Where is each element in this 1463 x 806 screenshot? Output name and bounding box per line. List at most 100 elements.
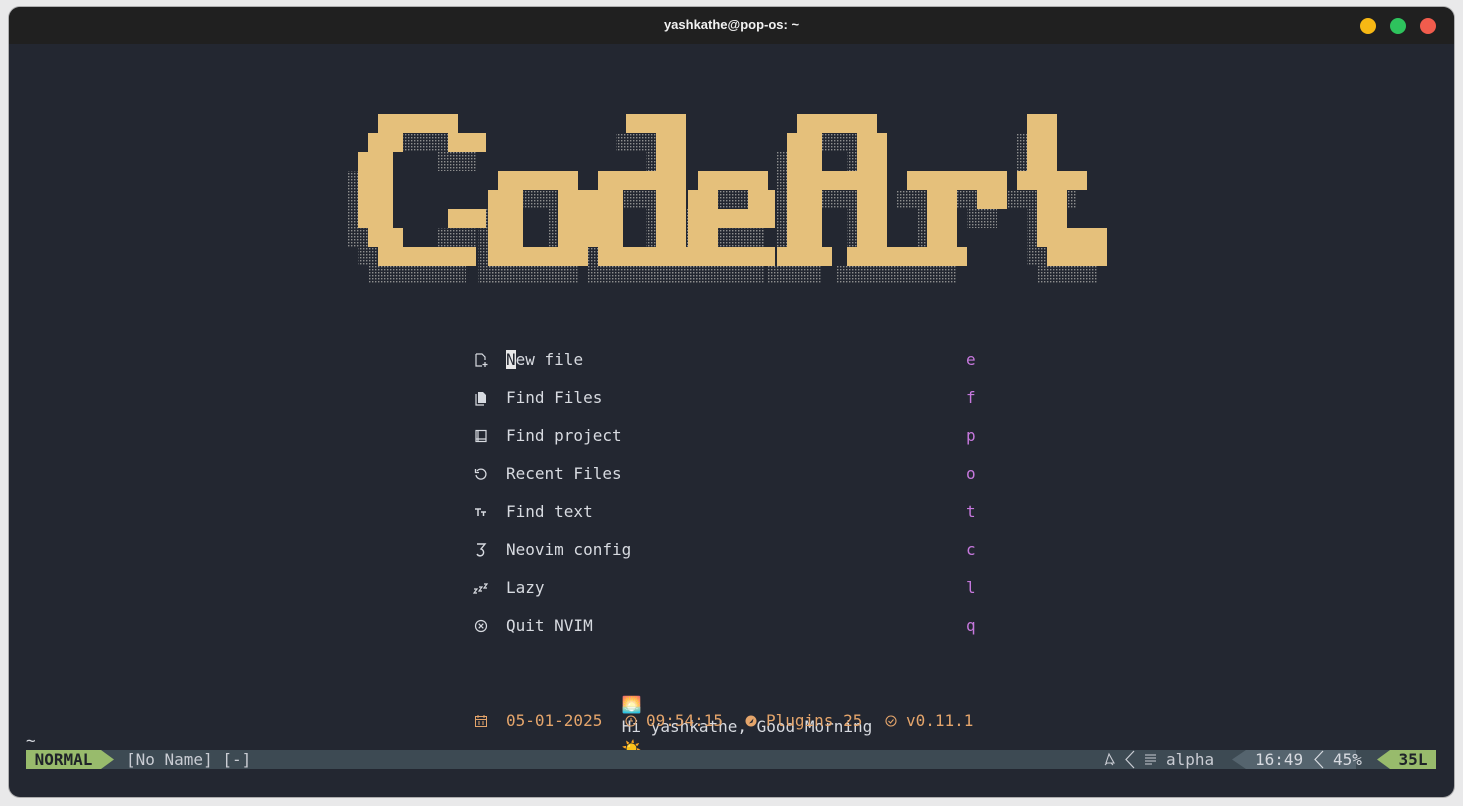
logo-letter-C-block bbox=[358, 152, 393, 228]
menu-key: t bbox=[966, 502, 976, 521]
linux-icon bbox=[1104, 752, 1115, 766]
logo-letter-t-block bbox=[1047, 247, 1107, 266]
logo-letter-t-block bbox=[1027, 114, 1057, 171]
line-count: 35L bbox=[1390, 750, 1436, 769]
menu-key: p bbox=[966, 426, 976, 445]
separator-arrow-right bbox=[101, 750, 114, 769]
menu-label: Lazy bbox=[506, 578, 545, 597]
close-button[interactable] bbox=[1420, 18, 1436, 34]
logo-shadow-block bbox=[897, 266, 957, 284]
neovim-icon bbox=[476, 543, 487, 557]
logo-letter-C-block bbox=[378, 247, 476, 266]
filetype-icon bbox=[1145, 754, 1156, 765]
terminal-window: yashkathe@pop-os: ~ New file e Find File… bbox=[9, 7, 1454, 797]
codeart-logo bbox=[348, 114, 1107, 284]
menu-key: e bbox=[966, 350, 976, 369]
logo-letter-A-block bbox=[777, 247, 832, 266]
clock-icon bbox=[625, 715, 637, 727]
logo-letter-C-block bbox=[368, 228, 403, 247]
plugin-icon bbox=[745, 715, 757, 727]
menu-item-recent-files[interactable]: Recent Files o bbox=[473, 463, 983, 485]
cursor: N bbox=[506, 350, 516, 369]
separator-arrow-left bbox=[1377, 750, 1390, 769]
menu-key: q bbox=[966, 616, 976, 635]
time: 09:54:15 bbox=[646, 711, 724, 730]
title-bar[interactable]: yashkathe@pop-os: ~ bbox=[9, 7, 1454, 44]
history-icon bbox=[474, 468, 487, 480]
logo-letter-d-block bbox=[656, 133, 686, 266]
menu-item-find-files[interactable]: Find Files f bbox=[473, 387, 983, 409]
logo-letter-C-block bbox=[448, 133, 486, 152]
menu-label: Recent Files bbox=[506, 464, 622, 483]
menu-key: c bbox=[966, 540, 976, 559]
logo-letter-r-block bbox=[927, 190, 957, 247]
window-title: yashkathe@pop-os: ~ bbox=[663, 17, 800, 32]
logo-letter-e-block bbox=[688, 209, 775, 228]
logo-letter-A-block bbox=[797, 114, 877, 133]
logo-letter-r-block bbox=[977, 190, 1007, 209]
logo-shadow-block bbox=[967, 209, 997, 228]
menu-key: l bbox=[966, 578, 976, 597]
sunrise-emoji: 🌅 bbox=[621, 695, 642, 714]
menu-label: Find text bbox=[506, 502, 593, 521]
menu-item-find-text[interactable]: Find text t bbox=[473, 501, 983, 523]
logo-letter-e-block bbox=[698, 247, 775, 266]
menu-item-find-project[interactable]: Find project p bbox=[473, 425, 983, 447]
plugins-count: Plugins 25 bbox=[766, 711, 863, 730]
logo-letter-d-block bbox=[626, 114, 686, 133]
logo-letter-t-block bbox=[1037, 190, 1067, 247]
logo-shadow-block bbox=[438, 152, 476, 171]
logo-shadow-block bbox=[588, 266, 686, 284]
clock: 16:49 bbox=[1255, 750, 1304, 769]
menu-label: Find Files bbox=[506, 388, 603, 407]
logo-letter-r-block bbox=[947, 171, 1007, 190]
filetype: alpha bbox=[1166, 750, 1215, 769]
logo-letter-d-block bbox=[598, 171, 668, 190]
logo-letter-o-block bbox=[498, 171, 578, 190]
menu-item-quit[interactable]: Quit NVIM q bbox=[473, 615, 983, 637]
logo-letter-d-block bbox=[588, 190, 623, 247]
logo-letter-e-block bbox=[698, 171, 768, 190]
menu-key: f bbox=[966, 388, 976, 407]
filename: [No Name] [-] bbox=[126, 750, 252, 769]
logo-shadow-block bbox=[438, 228, 476, 247]
menu-label-new-file: New file bbox=[506, 350, 584, 369]
empty-line-marker: ~ bbox=[26, 731, 36, 750]
menu-item-neovim-config[interactable]: Neovim config c bbox=[473, 539, 983, 561]
logo-shadow-block bbox=[1037, 266, 1097, 284]
logo-shadow-block bbox=[767, 266, 822, 284]
date: 05-01-2025 bbox=[506, 711, 603, 730]
terminal-content[interactable]: New file e Find Files f Find project p R… bbox=[9, 44, 1454, 797]
logo-letter-C-block bbox=[368, 133, 403, 152]
logo-letter-A-block bbox=[847, 247, 907, 266]
logo-letter-r-block bbox=[907, 247, 967, 266]
logo-letter-t-block bbox=[1017, 171, 1087, 190]
scroll-percent: 45% bbox=[1333, 750, 1362, 769]
separator-thin-left bbox=[1125, 750, 1135, 769]
menu-key: o bbox=[966, 464, 976, 483]
menu-item-lazy[interactable]: Lazy l bbox=[473, 577, 983, 599]
logo-letter-d-block bbox=[598, 247, 696, 266]
mode-indicator: NORMAL bbox=[26, 750, 101, 769]
menu-item-new-file[interactable]: New file e bbox=[473, 349, 983, 371]
sleep-icon bbox=[473, 583, 489, 594]
maximize-button[interactable] bbox=[1390, 18, 1406, 34]
separator-arrow-left bbox=[1232, 750, 1246, 769]
logo-letter-C-block bbox=[448, 209, 486, 228]
nvim-version: v0.11.1 bbox=[906, 711, 974, 730]
menu-label: Neovim config bbox=[506, 540, 632, 559]
logo-letter-o-block bbox=[498, 247, 578, 266]
find-files-icon bbox=[475, 392, 486, 406]
calendar-icon bbox=[475, 715, 487, 727]
menu-label: Quit NVIM bbox=[506, 616, 593, 635]
quit-icon bbox=[474, 619, 488, 633]
statusline: NORMAL [No Name] [-] alpha 16:49 45% 35L bbox=[26, 750, 1436, 769]
logo-letter-A-block bbox=[787, 171, 887, 190]
project-icon bbox=[475, 429, 487, 443]
logo-letter-C-block bbox=[378, 114, 458, 133]
check-circle-icon bbox=[885, 715, 897, 727]
new-file-icon bbox=[475, 353, 488, 367]
logo-shadow-block bbox=[488, 266, 568, 284]
logo-shadow-block bbox=[368, 266, 466, 284]
minimize-button[interactable] bbox=[1360, 18, 1376, 34]
